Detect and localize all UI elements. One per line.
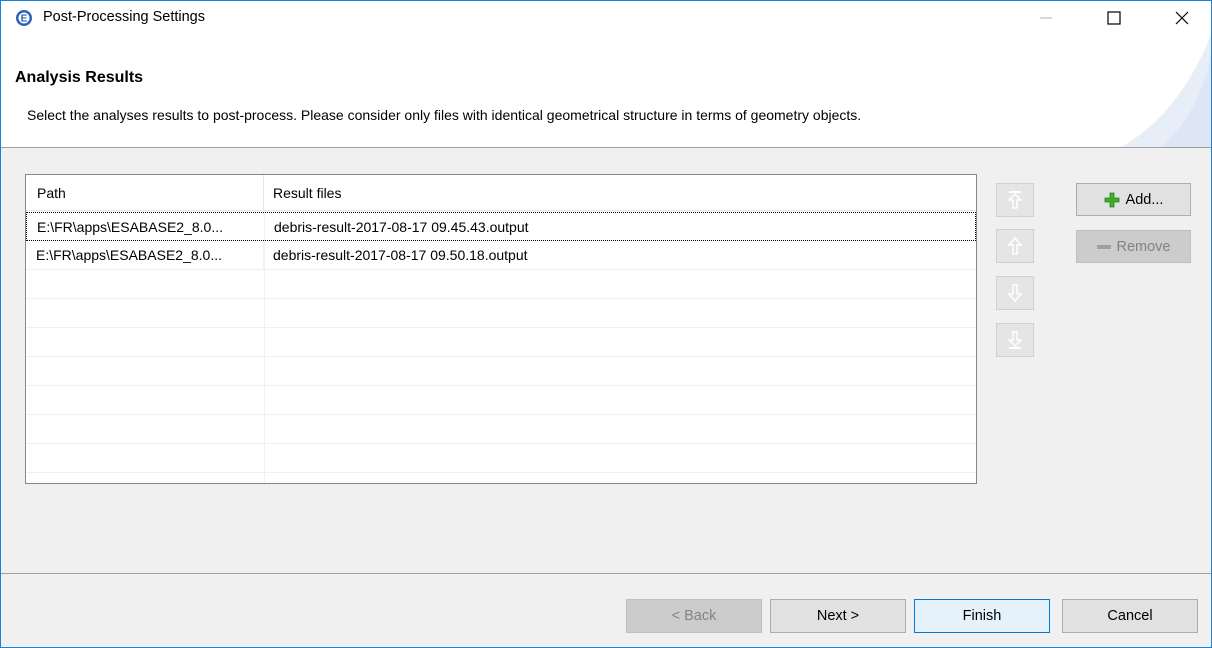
- header-separator: [1, 147, 1211, 148]
- table-row[interactable]: E:\FR\apps\ESABASE2_8.0... debris-result-…: [26, 241, 976, 270]
- next-button[interactable]: Next >: [770, 599, 906, 633]
- add-button-label: Add...: [1125, 191, 1164, 208]
- maximize-button[interactable]: [1091, 1, 1137, 35]
- cell-result-file: debris-result-2017-08-17 09.45.43.output: [274, 219, 529, 235]
- empty-table-row: [26, 270, 976, 299]
- title-bar: E Post-Processing Settings: [1, 1, 1211, 35]
- move-to-bottom-button[interactable]: [996, 323, 1034, 357]
- header-banner-graphic: [1121, 35, 1211, 147]
- column-header-result-files[interactable]: Result files: [264, 175, 976, 211]
- table-header: Path Result files: [26, 175, 976, 211]
- page-title: Analysis Results: [15, 69, 144, 86]
- cell-path: E:\FR\apps\ESABASE2_8.0...: [27, 213, 265, 241]
- page-description: Select the analyses results to post-proc…: [27, 107, 862, 123]
- move-up-button[interactable]: [996, 229, 1034, 263]
- add-button[interactable]: Add...: [1076, 183, 1191, 216]
- svg-text:E: E: [21, 14, 28, 25]
- cancel-button[interactable]: Cancel: [1062, 599, 1198, 633]
- minimize-button[interactable]: [1023, 1, 1069, 35]
- remove-button-label: Remove: [1116, 238, 1171, 255]
- table-row[interactable]: E:\FR\apps\ESABASE2_8.0... debris-result-…: [26, 212, 976, 241]
- plus-icon: [1104, 192, 1120, 208]
- move-to-bottom-icon: [1007, 331, 1023, 349]
- empty-table-row: [26, 299, 976, 328]
- minus-icon: [1096, 243, 1111, 251]
- cell-result-file: debris-result-2017-08-17 09.50.18.output: [273, 247, 528, 263]
- wizard-header: Analysis Results Select the analyses res…: [1, 35, 1211, 147]
- move-to-top-button[interactable]: [996, 183, 1034, 217]
- footer-separator: [1, 573, 1211, 574]
- remove-button[interactable]: Remove: [1076, 230, 1191, 263]
- move-up-icon: [1007, 236, 1023, 255]
- empty-table-row: [26, 444, 976, 473]
- close-icon: [1175, 11, 1189, 25]
- app-logo-icon: E: [15, 9, 33, 27]
- finish-button[interactable]: Finish: [914, 599, 1050, 633]
- move-down-button[interactable]: [996, 276, 1034, 310]
- move-to-top-icon: [1007, 191, 1023, 209]
- move-down-icon: [1007, 284, 1023, 303]
- dialog-window: E Post-Processing Settings Analysis Resu…: [0, 0, 1212, 648]
- next-button-label: Next >: [816, 608, 860, 624]
- empty-table-row: [26, 386, 976, 415]
- back-button[interactable]: < Back: [626, 599, 762, 633]
- results-table[interactable]: Path Result files E:\FR\apps\ESABASE2_8.…: [25, 174, 977, 484]
- empty-table-row: [26, 357, 976, 386]
- window-title: Post-Processing Settings: [43, 9, 205, 25]
- cancel-button-label: Cancel: [1107, 608, 1153, 624]
- cell-path: E:\FR\apps\ESABASE2_8.0...: [26, 241, 264, 269]
- empty-table-row: [26, 328, 976, 357]
- close-button[interactable]: [1159, 1, 1205, 35]
- empty-table-row: [26, 473, 976, 483]
- back-button-label: < Back: [671, 608, 717, 624]
- finish-button-label: Finish: [962, 608, 1002, 624]
- column-header-path[interactable]: Path: [26, 175, 264, 211]
- empty-table-row: [26, 415, 976, 444]
